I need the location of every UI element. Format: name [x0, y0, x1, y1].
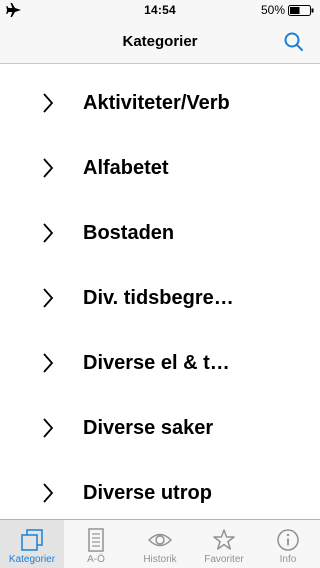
category-row[interactable]: Div. tidsbegre…	[0, 259, 320, 324]
category-row[interactable]: Bostaden	[0, 194, 320, 259]
navigation-bar: Kategorier	[0, 20, 320, 64]
chevron-right-icon	[43, 93, 54, 113]
battery-icon	[288, 5, 314, 16]
tab-label: Historik	[143, 554, 177, 565]
category-row[interactable]: Diverse saker	[0, 389, 320, 454]
search-button[interactable]	[282, 30, 306, 54]
tab-bar: Kategorier A-Ö Historik Favoriter Info	[0, 519, 320, 568]
chevron-right-icon	[43, 223, 54, 243]
chevron-right-icon	[43, 158, 54, 178]
status-bar: 14:54 50%	[0, 0, 320, 20]
category-label: Alfabetet	[83, 157, 169, 179]
tab-label: Favoriter	[204, 554, 244, 565]
category-row[interactable]: Aktiviteter/Verb	[0, 64, 320, 129]
info-icon	[277, 529, 299, 551]
tab-label: A-Ö	[87, 554, 105, 565]
battery-percentage: 50%	[260, 3, 285, 17]
category-label: Diverse el & t…	[83, 352, 230, 374]
categories-icon	[21, 529, 43, 551]
list-icon	[88, 528, 104, 552]
chevron-right-icon	[43, 288, 54, 308]
search-icon	[284, 32, 303, 51]
chevron-right-icon	[43, 483, 54, 503]
tab-label: Info	[279, 554, 297, 565]
chevron-right-icon	[43, 418, 54, 438]
page-title: Kategorier	[122, 33, 198, 50]
star-icon	[213, 529, 235, 550]
tab-favoriter[interactable]: Favoriter	[192, 520, 256, 568]
chevron-right-icon	[43, 353, 54, 373]
tab-info[interactable]: Info	[256, 520, 320, 568]
tab-label: Kategorier	[8, 554, 56, 565]
category-label: Diverse utrop	[83, 482, 212, 504]
tab-a-o[interactable]: A-Ö	[64, 520, 128, 568]
category-row[interactable]: Diverse el & t…	[0, 324, 320, 389]
tab-kategorier[interactable]: Kategorier	[0, 520, 64, 568]
category-list: Aktiviteter/Verb Alfabetet Bostaden Div.…	[0, 64, 320, 519]
category-label: Div. tidsbegre…	[83, 287, 234, 309]
category-row[interactable]: Alfabetet	[0, 129, 320, 194]
tab-historik[interactable]: Historik	[128, 520, 192, 568]
category-label: Bostaden	[83, 222, 175, 244]
eye-icon	[147, 533, 173, 547]
category-label: Aktiviteter/Verb	[83, 92, 230, 114]
category-label: Diverse saker	[83, 417, 214, 439]
category-row[interactable]: Diverse utrop	[0, 454, 320, 519]
